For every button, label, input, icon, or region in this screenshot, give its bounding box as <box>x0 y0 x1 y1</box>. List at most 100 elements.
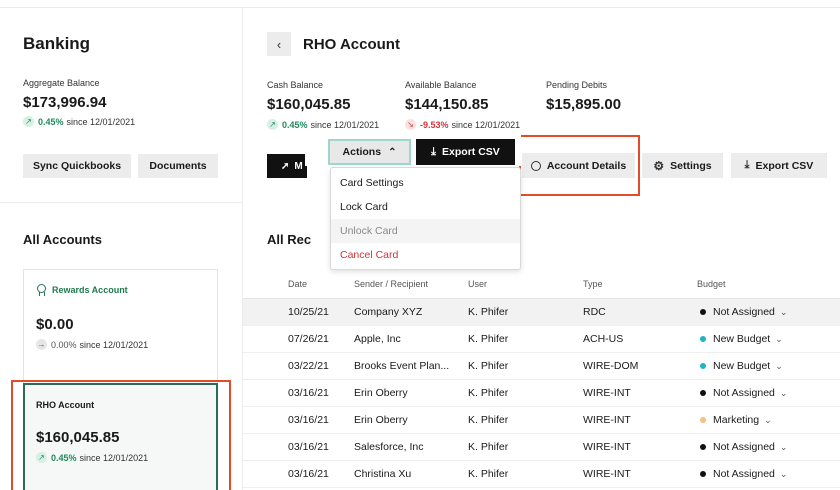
budget-select[interactable]: Not Assigned ⌄ <box>700 306 787 318</box>
cell-party: Erin Oberry <box>354 414 408 426</box>
divider <box>0 202 243 203</box>
cell-user: K. Phifer <box>468 387 509 399</box>
trend-percent: 0.00% <box>51 339 77 350</box>
trend-percent: 0.45% <box>282 119 308 130</box>
account-card-rewards[interactable]: Rewards Account $0.00 → 0.00% since 12/0… <box>23 269 218 384</box>
pending-debits-label: Pending Debits <box>546 80 608 90</box>
budget-label: New Budget <box>713 333 771 345</box>
rewards-icon <box>36 284 46 296</box>
trend-up-icon: ↗ <box>23 116 34 127</box>
cell-user: K. Phifer <box>468 360 509 372</box>
budget-select[interactable]: Not Assigned ⌄ <box>700 387 787 399</box>
column-header-type[interactable]: Type <box>583 279 603 289</box>
available-balance-value: $144,150.85 <box>405 96 489 113</box>
cell-date: 10/25/21 <box>288 306 329 318</box>
cell-date: 07/26/21 <box>288 333 329 345</box>
chevron-down-icon: ⌄ <box>764 414 772 425</box>
trend-percent: -9.53% <box>420 119 449 130</box>
cell-date: 03/16/21 <box>288 441 329 453</box>
button-label: Export CSV <box>442 146 500 158</box>
account-trend: → 0.00% since 12/01/2021 <box>36 339 148 350</box>
chevron-down-icon: ⌄ <box>779 306 788 317</box>
cell-party: Erin Oberry <box>354 387 408 399</box>
documents-button[interactable]: Documents <box>138 154 218 178</box>
trend-since: since 12/01/2021 <box>79 339 149 350</box>
available-balance-trend: ↘ -9.53% since 12/01/2021 <box>405 119 520 130</box>
trend-down-icon: ↘ <box>405 119 416 130</box>
cell-type: WIRE-INT <box>583 441 631 453</box>
cell-type: WIRE-INT <box>583 414 631 426</box>
table-row[interactable]: 10/25/21 Company XYZ K. Phifer RDC Not A… <box>243 299 840 326</box>
budget-select[interactable]: Not Assigned ⌄ <box>700 441 787 453</box>
menu-item-cancel-card[interactable]: Cancel Card <box>331 243 520 267</box>
cell-party: Apple, Inc <box>354 333 401 345</box>
account-card-title: Rewards Account <box>36 284 128 296</box>
cell-party: Brooks Event Plan... <box>354 360 450 372</box>
table-row[interactable]: 03/22/21 Brooks Event Plan... K. Phifer … <box>243 353 840 380</box>
available-balance-label: Available Balance <box>405 80 477 90</box>
budget-dot <box>700 417 706 423</box>
budget-dot <box>700 444 706 450</box>
menu-item-unlock-card[interactable]: Unlock Card <box>331 219 520 243</box>
budget-label: New Budget <box>713 360 771 372</box>
actions-button[interactable]: Actions ⌃ <box>328 139 411 165</box>
export-csv-button-primary[interactable]: ⤓ Export CSV <box>416 139 515 165</box>
export-csv-button[interactable]: ⤓ Export CSV <box>731 153 827 178</box>
move-money-button[interactable]: ➚ M <box>267 154 307 178</box>
table-row[interactable]: 03/16/21 Erin Oberry K. Phifer WIRE-INT … <box>243 407 840 434</box>
chevron-up-icon: ⌃ <box>388 146 397 158</box>
budget-label: Not Assigned <box>713 468 775 480</box>
column-header-user[interactable]: User <box>468 279 487 289</box>
table-row[interactable]: 03/16/21 Erin Oberry K. Phifer WIRE-INT … <box>243 380 840 407</box>
sync-quickbooks-button[interactable]: Sync Quickbooks <box>23 154 131 178</box>
menu-item-card-settings[interactable]: Card Settings <box>331 171 520 195</box>
cell-user: K. Phifer <box>468 414 509 426</box>
trend-since: since 12/01/2021 <box>451 119 521 130</box>
chevron-left-icon: ‹ <box>276 36 282 52</box>
budget-select[interactable]: New Budget ⌄ <box>700 360 783 372</box>
cell-user: K. Phifer <box>468 441 509 453</box>
cell-date: 03/22/21 <box>288 360 329 372</box>
highlight-box-account-details <box>519 135 640 196</box>
trend-since: since 12/01/2021 <box>66 116 136 127</box>
button-label: Settings <box>670 159 712 172</box>
cell-party: Salesforce, Inc <box>354 441 424 453</box>
cash-balance-value: $160,045.85 <box>267 96 351 113</box>
column-header-date[interactable]: Date <box>288 279 307 289</box>
cell-user: K. Phifer <box>468 306 509 318</box>
budget-dot <box>700 363 706 369</box>
account-title: RHO Account <box>303 36 400 53</box>
chevron-down-icon: ⌄ <box>779 387 788 398</box>
table-row[interactable]: 07/26/21 Apple, Inc K. Phifer ACH-US New… <box>243 326 840 353</box>
trend-flat-icon: → <box>36 339 47 350</box>
cash-balance-trend: ↗ 0.45% since 12/01/2021 <box>267 119 379 130</box>
trend-up-icon: ↗ <box>267 119 278 130</box>
budget-select[interactable]: New Budget ⌄ <box>700 333 783 345</box>
chevron-down-icon: ⌄ <box>775 333 783 344</box>
table-row[interactable]: 03/16/21 Salesforce, Inc K. Phifer WIRE-… <box>243 434 840 461</box>
table-row[interactable]: 03/16/21 Christina Xu K. Phifer WIRE-INT… <box>243 461 840 488</box>
aggregate-balance-value: $173,996.94 <box>23 94 107 111</box>
cell-type: WIRE-INT <box>583 387 631 399</box>
cell-type: ACH-US <box>583 333 624 345</box>
pending-debits-value: $15,895.00 <box>546 96 622 113</box>
settings-button[interactable]: ⚙ Settings <box>642 153 723 178</box>
cell-type: WIRE-INT <box>583 468 631 480</box>
trend-since: since 12/01/2021 <box>310 119 380 130</box>
button-label: M <box>294 160 303 172</box>
gear-icon: ⚙ <box>653 158 665 173</box>
menu-item-lock-card[interactable]: Lock Card <box>331 195 520 219</box>
chevron-down-icon: ⌄ <box>779 441 788 452</box>
cell-party: Christina Xu <box>354 468 412 480</box>
actions-dropdown-menu: Card Settings Lock Card Unlock Card Canc… <box>330 167 521 270</box>
aggregate-balance-label: Aggregate Balance <box>23 78 100 88</box>
back-button[interactable]: ‹ <box>267 32 291 56</box>
budget-select[interactable]: Not Assigned ⌄ <box>700 468 787 480</box>
aggregate-trend: ↗ 0.45% since 12/01/2021 <box>23 116 135 127</box>
cell-type: WIRE-DOM <box>583 360 639 372</box>
budget-select[interactable]: Marketing ⌄ <box>700 414 772 426</box>
column-header-sender-recipient[interactable]: Sender / Recipient <box>354 279 428 289</box>
download-icon: ⤓ <box>431 145 437 158</box>
column-header-budget[interactable]: Budget <box>697 279 726 289</box>
arrow-icon: ➚ <box>281 160 290 172</box>
